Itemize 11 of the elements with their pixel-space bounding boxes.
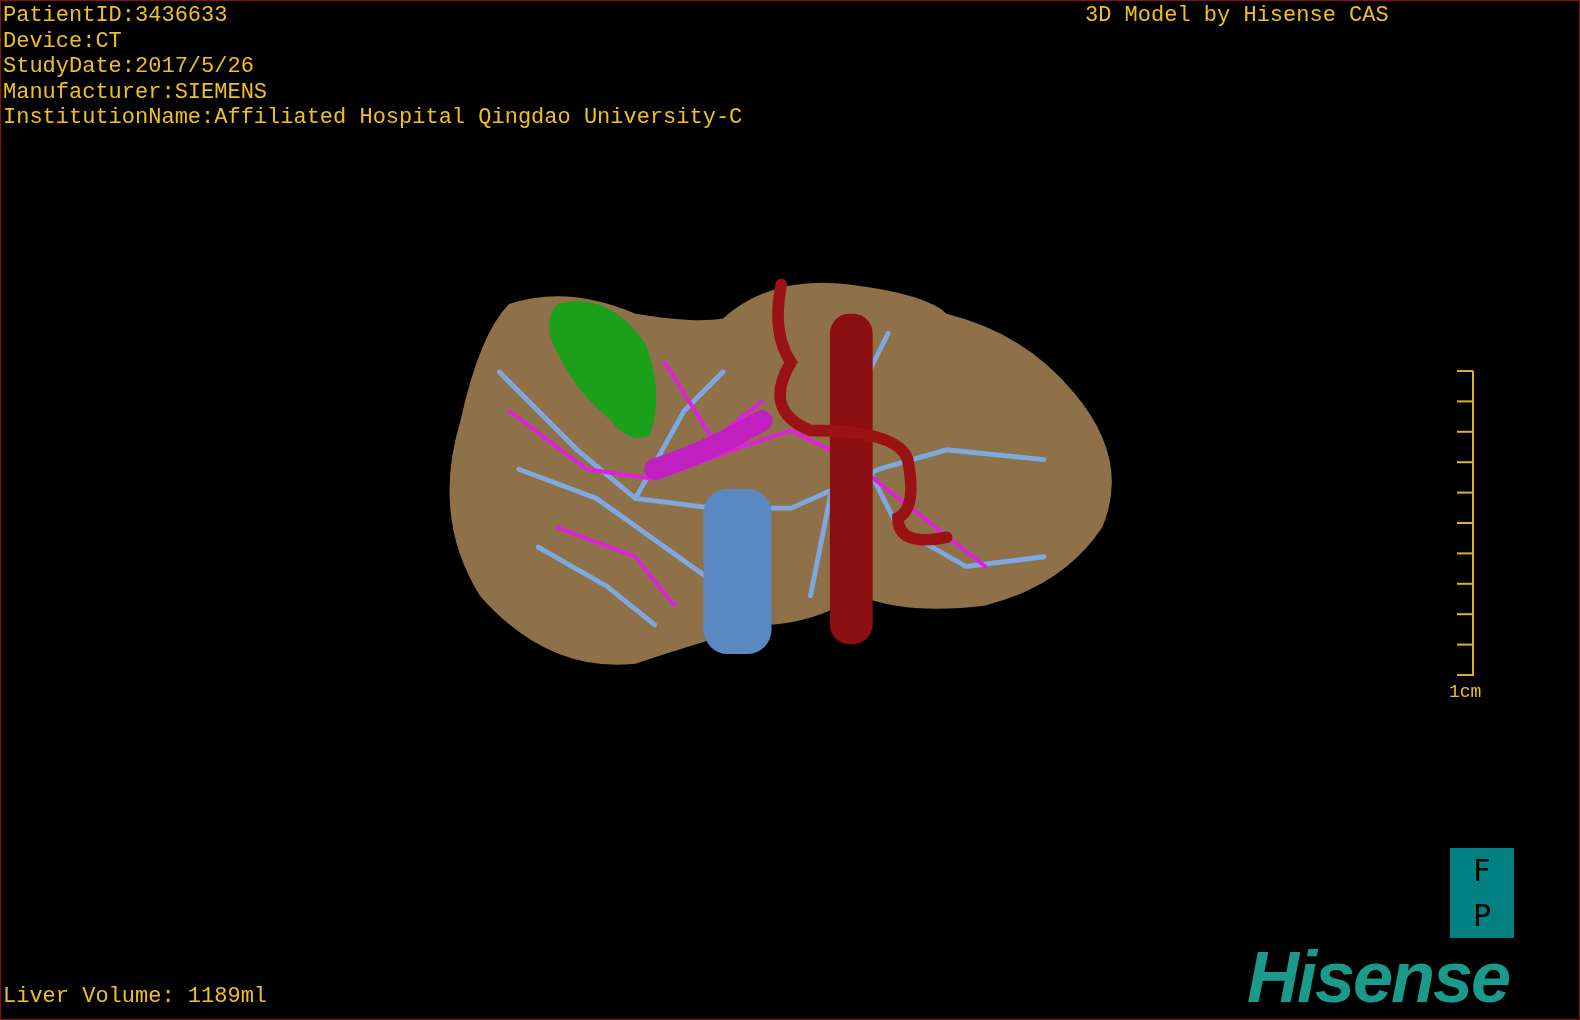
patient-info-text: StudyDate:2017/5/26 [3,54,255,80]
orientation-label: F [1473,853,1491,888]
model-credit-text: 3D Model by Hisense CAS [1085,3,1389,29]
liver-volume-text: Liver Volume: 1189ml [3,984,268,1009]
orientation-label: P [1472,898,1492,933]
scale-label: 1cm [1449,682,1482,702]
patient-info-text: Manufacturer:SIEMENS [3,79,269,105]
logo: Hisense [1247,941,1510,1013]
patient-info-text: PatientID:3436633 [3,3,229,29]
patient-info-text: InstitutionName:Affiliated Hospital Qingdao University-C [3,105,743,131]
patient-info-text: Device:CT [3,28,123,54]
